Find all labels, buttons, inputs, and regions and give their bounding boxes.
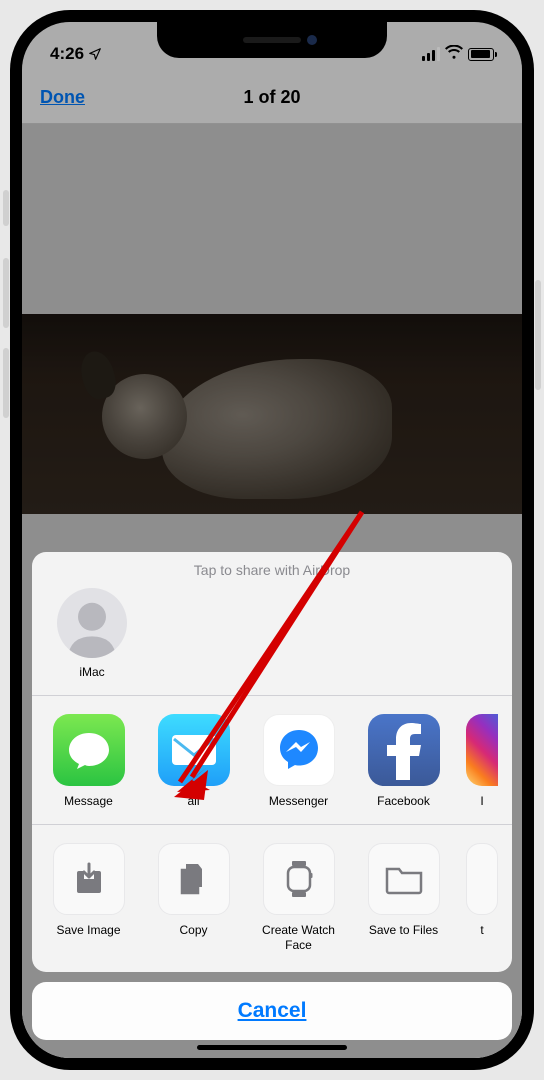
cellular-signal-icon (422, 47, 441, 61)
action-save-to-files[interactable]: Save to Files (361, 843, 446, 952)
wifi-icon (445, 45, 463, 64)
messenger-icon (263, 714, 335, 786)
airdrop-header: Tap to share with AirDrop (32, 552, 512, 584)
cancel-button[interactable]: Cancel (32, 982, 512, 1040)
watch-icon (263, 843, 335, 915)
more-icon (466, 843, 498, 915)
airdrop-target-imac[interactable]: iMac (50, 588, 134, 679)
notch (157, 22, 387, 58)
folder-icon (368, 843, 440, 915)
airdrop-label: iMac (50, 665, 134, 679)
action-more[interactable]: t (466, 843, 498, 952)
save-image-icon (53, 843, 125, 915)
action-row: Save Image Copy Create Watch Face (32, 825, 512, 972)
share-sheet: Tap to share with AirDrop iMac (32, 552, 512, 1040)
mail-icon (158, 714, 230, 786)
location-icon (88, 47, 102, 61)
share-app-mail[interactable]: ail (151, 714, 236, 808)
message-icon (53, 714, 125, 786)
share-app-facebook[interactable]: Facebook (361, 714, 446, 808)
action-save-image[interactable]: Save Image (46, 843, 131, 952)
home-indicator[interactable] (197, 1045, 347, 1050)
share-app-messenger[interactable]: Messenger (256, 714, 341, 808)
copy-icon (158, 843, 230, 915)
action-create-watch-face[interactable]: Create Watch Face (256, 843, 341, 952)
facebook-icon (368, 714, 440, 786)
app-share-row: Message ail Messenger (32, 696, 512, 824)
action-copy[interactable]: Copy (151, 843, 236, 952)
battery-icon (468, 48, 494, 61)
person-silhouette-icon (57, 588, 127, 658)
share-app-message[interactable]: Message (46, 714, 131, 808)
instagram-icon (466, 714, 498, 786)
share-app-instagram[interactable]: I (466, 714, 498, 808)
status-time: 4:26 (50, 44, 102, 64)
